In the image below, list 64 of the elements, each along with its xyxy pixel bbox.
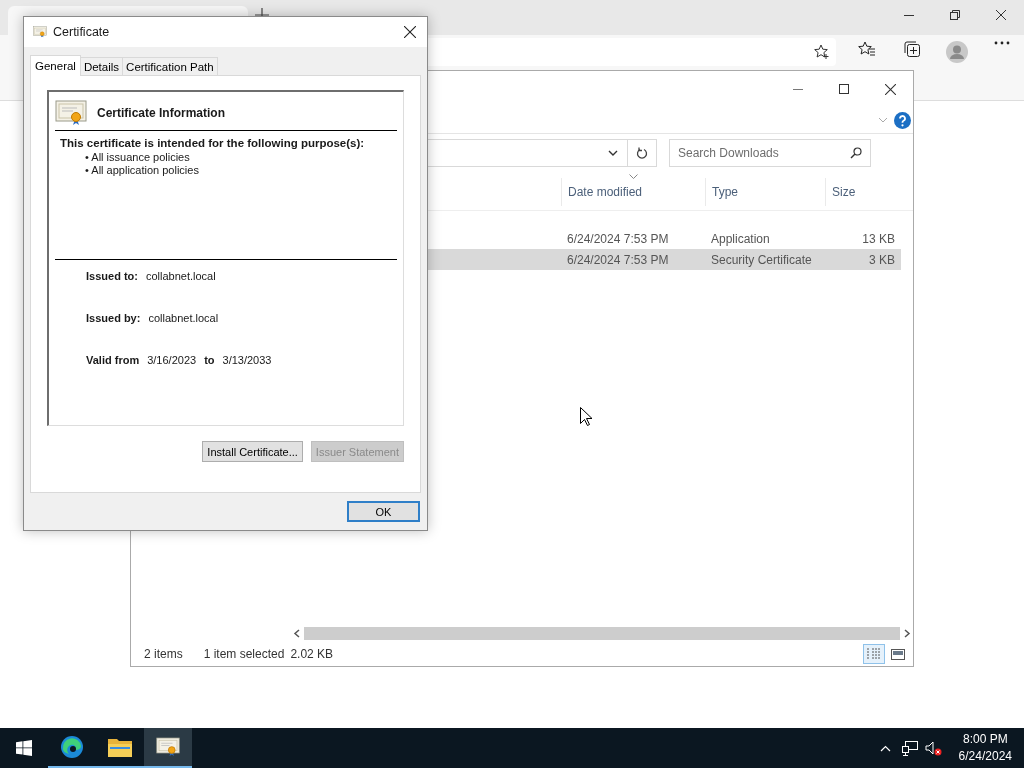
item-count: 2 items xyxy=(144,647,183,661)
column-header[interactable]: Size xyxy=(825,178,903,206)
minimize-icon[interactable] xyxy=(904,14,914,16)
volume-muted-icon[interactable] xyxy=(925,740,943,756)
chevron-up-icon[interactable] xyxy=(880,744,892,752)
size-cell-text: 3 KB xyxy=(868,252,895,267)
mouse-cursor-icon xyxy=(580,407,592,426)
field-value: collabnet.local xyxy=(148,312,219,326)
field-label: Issued by: xyxy=(86,312,141,326)
browser-app-icon xyxy=(60,735,84,759)
column-header[interactable]: Type xyxy=(705,178,825,206)
preview-view-icon xyxy=(891,648,905,660)
certificate-heading: Certificate Information xyxy=(97,106,225,120)
close-icon[interactable] xyxy=(996,10,1006,20)
close-icon[interactable] xyxy=(884,83,896,95)
profile-avatar-icon[interactable] xyxy=(945,40,968,63)
folder-icon xyxy=(108,737,132,757)
scroll-left-icon[interactable] xyxy=(293,629,300,638)
restore-icon[interactable] xyxy=(950,10,960,20)
field-label: Valid from xyxy=(86,354,140,368)
ok-button[interactable]: OK xyxy=(347,501,420,522)
scrollbar-thumb[interactable] xyxy=(304,627,900,640)
certificate-icon xyxy=(156,737,180,757)
field-label: Issued to: xyxy=(86,270,138,284)
clock[interactable]: 8:00 PM 6/24/2024 xyxy=(954,731,1016,765)
network-icon[interactable] xyxy=(901,740,918,756)
close-icon xyxy=(404,26,416,38)
windows-logo-icon xyxy=(16,740,32,756)
refresh-icon[interactable] xyxy=(636,147,648,159)
maximize-icon[interactable] xyxy=(839,84,849,94)
type-cell-text: Security Certificate xyxy=(710,252,813,267)
certificate-icon xyxy=(55,100,87,126)
scroll-right-icon[interactable] xyxy=(904,629,911,638)
favorites-icon[interactable] xyxy=(857,40,876,57)
date-cell-text: 6/24/2024 7:53 PM xyxy=(566,231,670,246)
field-value: collabnet.local xyxy=(145,270,216,284)
date-cell-text: 6/24/2024 7:53 PM xyxy=(566,252,670,267)
install-certificate-button[interactable]: Install Certificate... xyxy=(202,441,303,462)
details-view-icon xyxy=(867,648,881,660)
dialog-title: Certificate xyxy=(53,25,111,39)
search-icon[interactable] xyxy=(850,147,862,159)
purpose-item: • All issuance policies xyxy=(85,151,191,164)
minimize-icon[interactable] xyxy=(793,88,803,90)
purpose-item: • All application policies xyxy=(85,164,200,177)
dialog-tab[interactable]: Certification Path xyxy=(122,57,218,75)
certificate-icon xyxy=(33,26,47,38)
column-header[interactable]: Date modified xyxy=(561,178,705,206)
dialog-tab[interactable]: General xyxy=(30,55,81,76)
add-favorite-icon[interactable] xyxy=(814,43,830,60)
purpose-heading: This certificate is intended for the following purpose(s): xyxy=(60,137,366,149)
taskbar-app-button[interactable] xyxy=(144,728,192,768)
selection-count: 1 item selected xyxy=(203,647,285,661)
field-value: 3/13/2033 xyxy=(222,354,272,368)
dropdown-icon[interactable] xyxy=(608,150,618,156)
field-label: to xyxy=(204,354,215,368)
help-icon[interactable] xyxy=(894,111,911,129)
sort-caret-icon xyxy=(629,174,638,179)
size-cell-text: 13 KB xyxy=(861,231,895,246)
selection-size: 2.02 KB xyxy=(290,647,334,661)
type-cell-text: Application xyxy=(710,231,771,246)
more-icon[interactable] xyxy=(993,40,1010,45)
collections-icon[interactable] xyxy=(903,40,920,57)
search-field[interactable]: Search Downloads xyxy=(669,139,871,167)
field-value: 3/16/2023 xyxy=(147,354,197,368)
